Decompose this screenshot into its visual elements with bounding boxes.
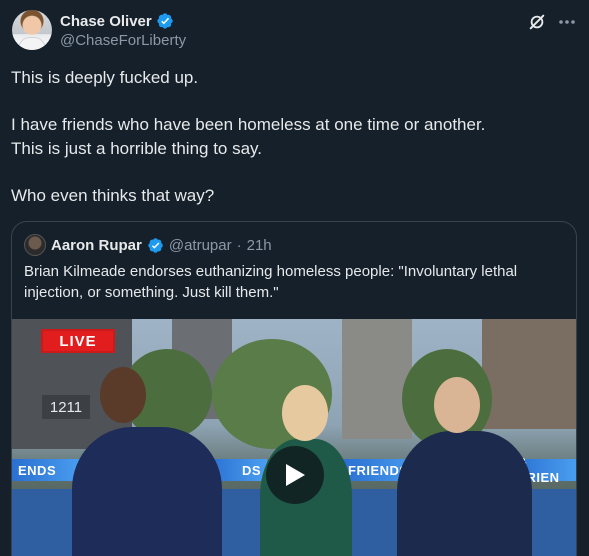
video-scene-building [342,319,412,439]
tweet-line: Who even thinks that way? [11,185,215,205]
host-center-head [282,385,328,441]
tweet-line-gap [11,160,577,184]
author-name-row: Chase Oliver [60,11,186,31]
quoted-tweet-header: Aaron Rupar @atrupar · 21h [24,234,272,256]
tweet-actions [527,12,577,32]
live-badge: LIVE [41,329,115,353]
tweet: Chase Oliver @ChaseForLiberty This is de… [0,0,589,556]
video-scene-building [482,319,576,429]
tweet-text: This is deeply fucked up. I have friends… [11,66,577,207]
tweet-header: Chase Oliver @ChaseForLiberty [12,10,577,52]
video-player[interactable]: LIVE 1211 ENDS DS FRIENDS & FRIEN [12,319,576,556]
quoted-timestamp[interactable]: 21h [247,237,272,254]
tweet-line: This is deeply fucked up. [11,68,199,87]
verified-badge-icon [147,237,164,254]
host-left [72,427,222,556]
quoted-tweet-text: Brian Kilmeade endorses euthanizing home… [24,263,518,301]
quoted-tweet[interactable]: Aaron Rupar @atrupar · 21h Brian Kilmead… [11,221,577,556]
host-right-head [434,377,480,433]
more-icon[interactable] [557,12,577,32]
show-banner: ENDS [12,459,82,481]
quoted-author-avatar[interactable] [24,234,46,256]
tweet-line: I have friends who have been homeless at… [11,115,486,134]
author-info: Chase Oliver @ChaseForLiberty [60,11,186,50]
quoted-separator: · [236,236,242,254]
quoted-author-handle[interactable]: @atrupar [169,237,232,254]
building-address: 1211 [42,395,90,419]
play-icon[interactable] [266,446,324,504]
verified-badge-icon[interactable] [156,12,174,30]
tweet-line-gap [11,90,577,114]
host-left-head [100,367,146,423]
quoted-author-name[interactable]: Aaron Rupar [51,237,142,254]
author-avatar[interactable] [12,10,52,50]
author-handle[interactable]: @ChaseForLiberty [60,32,186,49]
host-right [397,431,532,556]
tweet-line: This is just a horrible thing to say. [11,138,263,158]
author-name[interactable]: Chase Oliver [60,13,152,30]
grok-icon[interactable] [527,12,547,32]
